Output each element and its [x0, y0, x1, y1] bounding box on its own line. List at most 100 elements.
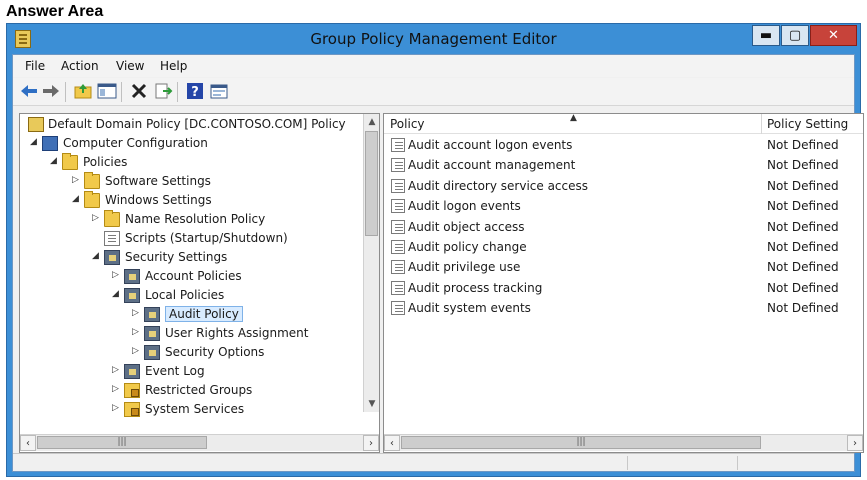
list-item[interactable]: Audit account management Not Defined: [384, 155, 863, 175]
scroll-left-icon[interactable]: ‹: [384, 435, 400, 451]
policy-name: Audit account management: [408, 158, 576, 173]
expand-arrow-icon[interactable]: ◢: [112, 289, 122, 299]
policy-item-icon: [391, 158, 405, 173]
forward-icon[interactable]: [41, 81, 61, 101]
scroll-right-icon[interactable]: ›: [363, 435, 379, 451]
up-folder-icon[interactable]: [73, 81, 93, 101]
collapse-arrow-icon[interactable]: ▷: [132, 308, 142, 318]
maximize-button[interactable]: ▢: [781, 25, 809, 46]
folder-icon: [84, 191, 100, 208]
gpme-window: Group Policy Management Editor ▬ ▢ ✕ Fil…: [6, 23, 864, 477]
close-button[interactable]: ✕: [810, 25, 857, 46]
back-icon[interactable]: [19, 81, 39, 101]
policy-item-icon: [391, 219, 405, 234]
list-item[interactable]: Audit system events Not Defined: [384, 298, 863, 318]
policy-name: Audit process tracking: [408, 280, 543, 295]
policy-name: Audit directory service access: [408, 178, 589, 193]
menu-action[interactable]: Action: [61, 59, 99, 73]
folder-icon: [104, 210, 120, 227]
scroll-up-icon[interactable]: ▲: [364, 114, 380, 130]
policy-setting: Not Defined: [767, 240, 839, 254]
policy-item-icon: [391, 260, 405, 275]
collapse-arrow-icon[interactable]: ▷: [132, 346, 142, 356]
scroll-right-icon[interactable]: ›: [847, 435, 863, 451]
folder-icon: [84, 172, 100, 189]
expand-arrow-icon[interactable]: ◢: [50, 156, 60, 166]
policy-folder-icon: [124, 269, 140, 284]
policy-item-icon: [391, 138, 405, 152]
collapse-arrow-icon[interactable]: ▷: [112, 384, 122, 394]
policy-name: Audit system events: [408, 301, 531, 316]
toolbar: ?: [13, 78, 854, 106]
svg-text:?: ?: [191, 85, 199, 100]
policy-item-icon: [391, 178, 405, 193]
help-icon[interactable]: ?: [185, 81, 205, 101]
collapse-arrow-icon[interactable]: ▷: [112, 365, 122, 375]
list-item[interactable]: Audit logon events Not Defined: [384, 196, 863, 216]
toolbar-separator: [177, 82, 178, 102]
toolbar-separator: [121, 82, 122, 102]
policy-setting: Not Defined: [767, 301, 839, 316]
collapse-arrow-icon[interactable]: ▷: [132, 327, 142, 337]
list-item[interactable]: Audit account logon events Not Defined: [384, 135, 863, 155]
policy-name: Audit policy change: [408, 240, 527, 254]
expand-arrow-icon[interactable]: ◢: [30, 137, 40, 147]
policy-item-icon: [391, 199, 405, 214]
policy-name: Audit object access: [408, 219, 525, 234]
policy-item-icon: [391, 280, 405, 295]
security-icon: [104, 250, 120, 265]
policy-setting: Not Defined: [767, 280, 839, 295]
policy-setting: Not Defined: [767, 260, 839, 275]
list-item[interactable]: Audit process tracking Not Defined: [384, 278, 863, 298]
scroll-down-icon[interactable]: ▼: [364, 396, 380, 412]
tree-vertical-scrollbar[interactable]: ▲ ▼: [363, 114, 379, 412]
policy-setting: Not Defined: [767, 158, 839, 173]
list-item[interactable]: Audit privilege use Not Defined: [384, 257, 863, 277]
scroll-left-icon[interactable]: ‹: [20, 435, 36, 451]
list-pane: Policy ▲ Policy Setting Audit account lo…: [383, 113, 864, 453]
policy-item-icon: [391, 301, 405, 316]
list-item[interactable]: Audit directory service access Not Define…: [384, 176, 863, 196]
list-horizontal-scrollbar[interactable]: ‹ ||| ›: [384, 434, 863, 451]
menu-bar: File Action View Help: [13, 55, 854, 77]
policy-folder-icon: [144, 345, 160, 360]
policy-name: Audit logon events: [408, 199, 521, 214]
policy-folder-icon: [124, 364, 140, 379]
lock-folder-icon: [124, 383, 140, 398]
menu-help[interactable]: Help: [160, 59, 187, 73]
delete-icon[interactable]: [129, 81, 149, 101]
policy-folder-icon: [124, 288, 140, 303]
title-bar: Group Policy Management Editor ▬ ▢ ✕: [7, 24, 860, 54]
collapse-arrow-icon[interactable]: ▷: [72, 175, 82, 185]
answer-area-label: Answer Area: [6, 3, 104, 20]
tree-pane: Default Domain Policy [DC.CONTOSO.COM] P…: [19, 113, 380, 453]
scroll-thumb[interactable]: |||: [401, 436, 761, 449]
minimize-button[interactable]: ▬: [752, 25, 780, 46]
scroll-thumb[interactable]: |||: [37, 436, 207, 449]
scroll-thumb[interactable]: [365, 131, 378, 236]
tree-horizontal-scrollbar[interactable]: ‹ ||| ›: [20, 434, 379, 451]
collapse-arrow-icon[interactable]: ▷: [112, 403, 122, 413]
list-item[interactable]: Audit object access Not Defined: [384, 217, 863, 237]
collapse-arrow-icon[interactable]: ▷: [92, 213, 102, 223]
expand-arrow-icon[interactable]: ◢: [72, 194, 82, 204]
export-icon[interactable]: [153, 81, 173, 101]
expand-arrow-icon[interactable]: ◢: [92, 251, 102, 261]
list-item[interactable]: Audit policy change Not Defined: [384, 237, 863, 257]
policy-setting: Not Defined: [767, 178, 839, 193]
policy-name: Audit privilege use: [408, 260, 521, 275]
policy-setting: Not Defined: [767, 138, 839, 152]
policy-folder-icon: [144, 307, 160, 322]
policy-folder-icon: [144, 326, 160, 341]
column-header-policy[interactable]: Policy: [390, 117, 425, 131]
show-hide-tree-icon[interactable]: [97, 81, 117, 101]
menu-view[interactable]: View: [116, 59, 144, 73]
menu-file[interactable]: File: [25, 59, 45, 73]
column-divider[interactable]: [761, 114, 762, 134]
column-header-policy-setting[interactable]: Policy Setting: [767, 117, 848, 131]
properties-icon[interactable]: [209, 81, 229, 101]
policy-icon: [28, 117, 44, 132]
collapse-arrow-icon[interactable]: ▷: [112, 270, 122, 280]
script-icon: [104, 231, 120, 246]
policy-setting: Not Defined: [767, 199, 839, 214]
